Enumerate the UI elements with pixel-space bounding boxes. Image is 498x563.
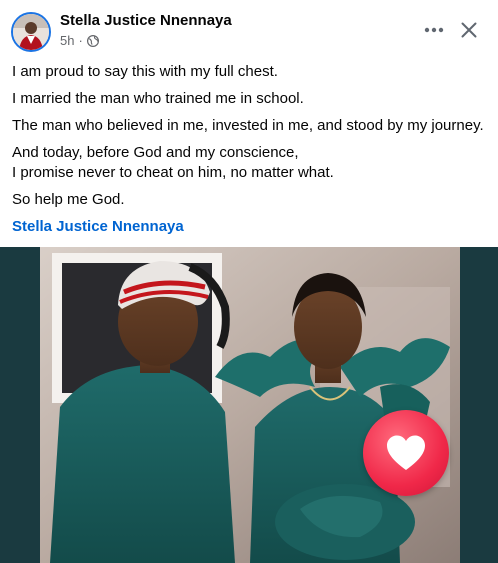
post-line: The man who believed in me, invested in …: [12, 117, 484, 134]
post-header: Stella Justice Nnennaya 5h ·: [0, 0, 498, 58]
post-meta: 5h ·: [60, 33, 99, 48]
author-name[interactable]: Stella Justice Nnennaya: [60, 12, 232, 29]
close-icon: [461, 22, 477, 38]
avatar[interactable]: [11, 12, 51, 52]
post-line: I married the man who trained me in scho…: [12, 90, 304, 107]
more-options-button[interactable]: [420, 16, 448, 44]
more-horizontal-icon: [424, 27, 444, 33]
post-line: And today, before God and my conscience,: [12, 144, 299, 161]
post-photo[interactable]: [0, 247, 498, 563]
love-reaction[interactable]: [363, 410, 449, 496]
profile-tag-link[interactable]: Stella Justice Nnennaya: [12, 217, 184, 237]
post-line: I promise never to cheat on him, no matt…: [12, 164, 334, 181]
heart-icon: [387, 435, 425, 470]
close-button[interactable]: [455, 16, 483, 44]
post-line: So help me God.: [12, 191, 125, 208]
globe-icon[interactable]: [86, 34, 99, 47]
meta-separator: ·: [78, 33, 83, 48]
post-line: I am proud to say this with my full ches…: [12, 63, 278, 80]
timestamp[interactable]: 5h: [60, 33, 74, 48]
